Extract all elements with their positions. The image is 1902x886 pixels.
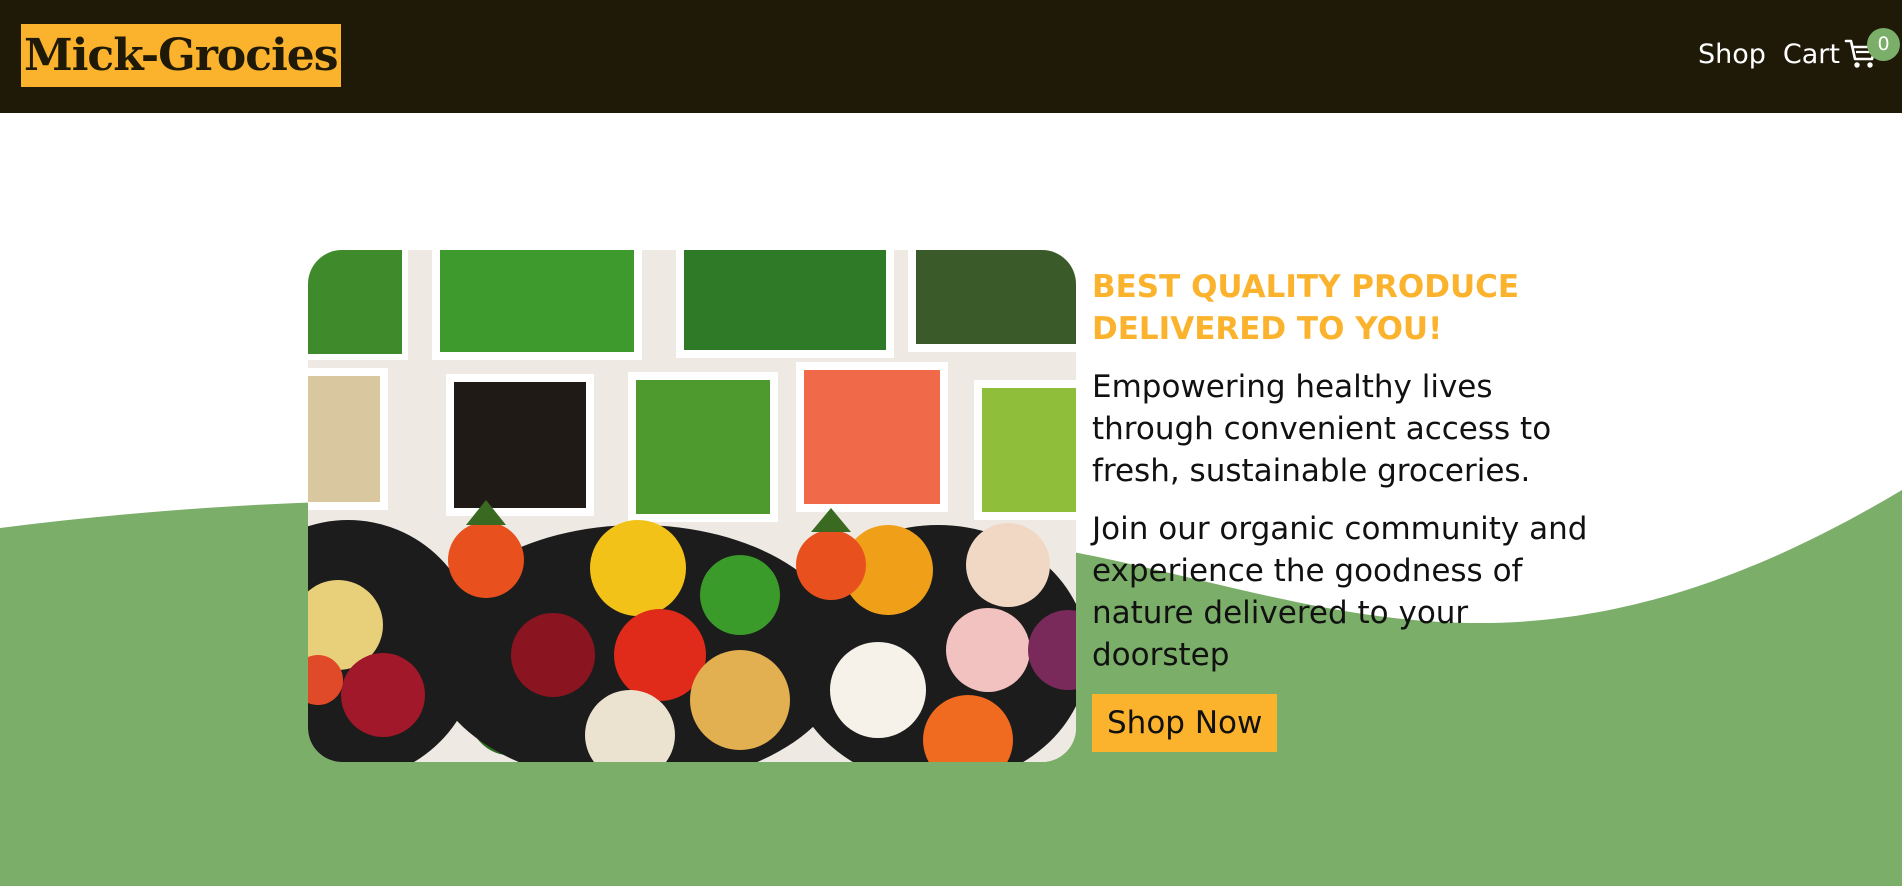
- nav-cart-link[interactable]: Cart: [1783, 39, 1840, 70]
- hero-paragraph-1: Empowering healthy lives through conveni…: [1092, 369, 1552, 489]
- nav-shop-link[interactable]: Shop: [1698, 39, 1766, 70]
- cart-button[interactable]: 0: [1844, 28, 1900, 74]
- hero-text: BEST QUALITY PRODUCE DELIVERED TO YOU! E…: [1092, 266, 1592, 752]
- hero-paragraph-2: Join our organic community and experienc…: [1092, 511, 1588, 673]
- nav-links: Shop Cart 0: [1681, 28, 1900, 75]
- cart-count-badge: 0: [1867, 28, 1900, 61]
- hero-produce-image: [308, 250, 1076, 762]
- produce-photo-icon: [308, 250, 1076, 762]
- site-logo[interactable]: Mick-Grocies: [21, 24, 341, 87]
- hero-title: BEST QUALITY PRODUCE DELIVERED TO YOU!: [1092, 269, 1520, 347]
- navbar: Mick-Grocies Shop Cart 0: [0, 0, 1902, 113]
- shop-now-button[interactable]: Shop Now: [1092, 694, 1278, 752]
